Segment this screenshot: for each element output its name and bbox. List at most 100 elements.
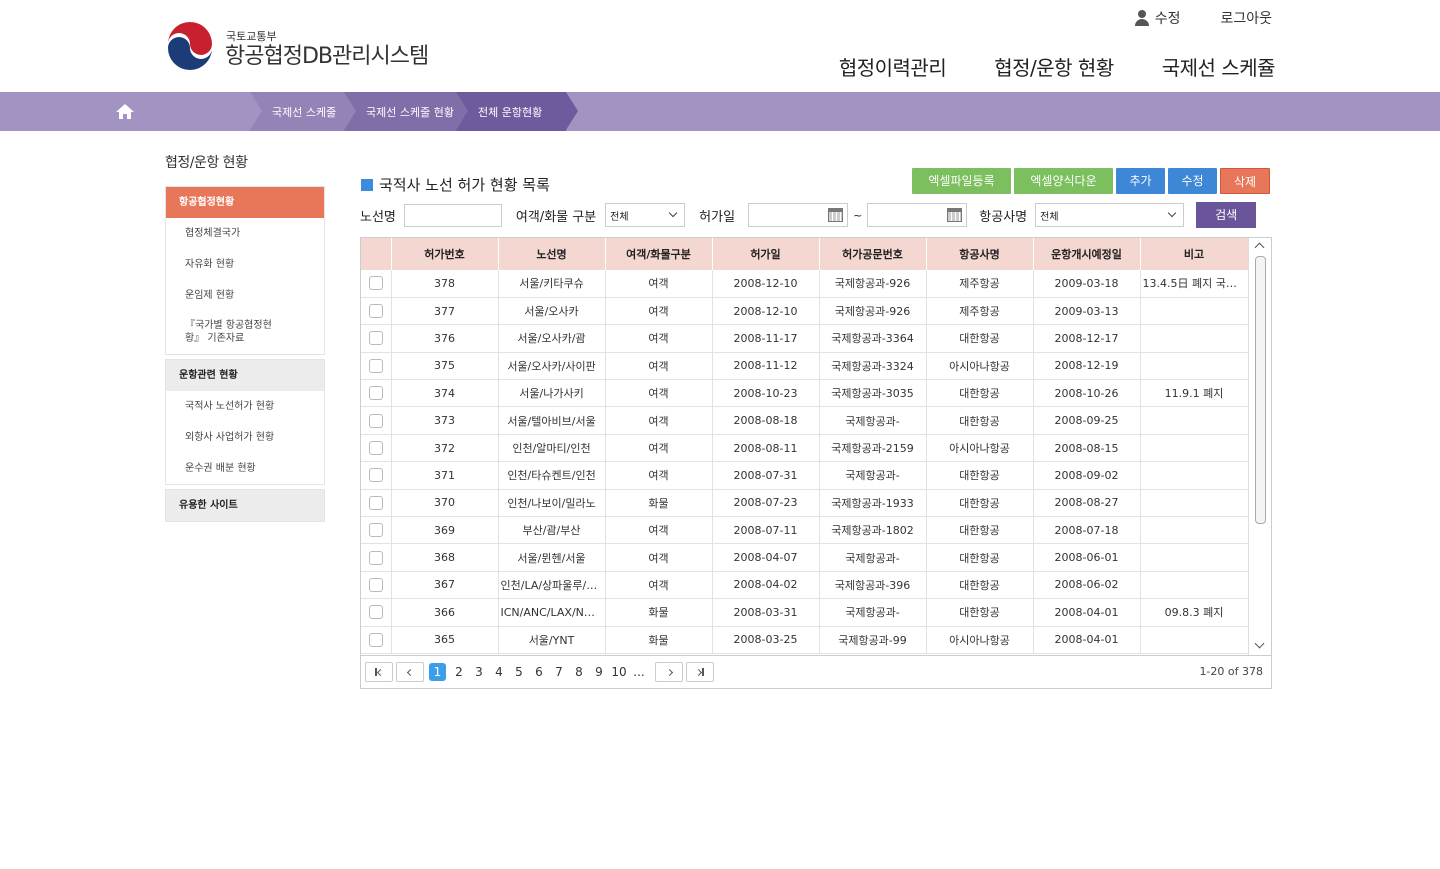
vertical-scrollbar[interactable]: [1248, 238, 1271, 655]
sidebar-item-traffic-rights[interactable]: 운수권 배분 현황: [166, 453, 324, 484]
sidebar-title: 협정/운항 현황: [165, 155, 248, 171]
delete-button[interactable]: 삭제: [1220, 168, 1270, 194]
permit-date-start-input[interactable]: [748, 203, 849, 227]
last-page-button[interactable]: [686, 662, 714, 682]
page-number[interactable]: ...: [629, 665, 649, 679]
scrollbar-thumb[interactable]: [1255, 256, 1266, 524]
table-row[interactable]: 370 인천/나보이/밀라노 화물 2008-07-23 국제항공과-1933 대한항공 2…: [361, 489, 1249, 518]
page-number[interactable]: 2: [449, 665, 469, 679]
excel-upload-button[interactable]: 엑셀파일등록: [912, 168, 1011, 194]
action-buttons: 엑셀파일등록 엑셀양식다운 추가 수정 삭제: [912, 168, 1270, 194]
calendar-icon[interactable]: [947, 208, 963, 222]
user-edit-link[interactable]: 수정: [1134, 8, 1180, 28]
breadcrumb-home[interactable]: [0, 92, 262, 131]
gnb-agreement-history[interactable]: 협정이력관리: [839, 52, 947, 81]
prev-page-button[interactable]: [396, 662, 424, 682]
row-checkbox[interactable]: [368, 468, 383, 483]
row-checkbox[interactable]: [368, 605, 383, 620]
page-number[interactable]: 3: [469, 665, 489, 679]
page-number[interactable]: 6: [529, 665, 549, 679]
breadcrumb-item-all-flights[interactable]: 전체 운항현황: [456, 92, 578, 131]
table-cell: 서울/뮌헨/서울: [498, 543, 606, 572]
scroll-up-icon[interactable]: [1254, 242, 1265, 253]
table-row[interactable]: 369 부산/괌/부산 여객 2008-07-11 국제항공과-1802 대한항공 2008…: [361, 516, 1249, 545]
page-number[interactable]: 9: [589, 665, 609, 679]
type-select[interactable]: 전체: [605, 203, 686, 227]
system-title[interactable]: 항공협정DB관리시스템: [225, 38, 429, 70]
next-page-button[interactable]: [655, 662, 683, 682]
table-cell: 09.8.3 폐지: [1140, 598, 1249, 627]
row-checkbox[interactable]: [368, 523, 383, 538]
airline-select[interactable]: 전체: [1035, 203, 1185, 227]
page-number[interactable]: 1: [429, 663, 446, 681]
row-checkbox[interactable]: [368, 331, 383, 346]
table-cell: [1140, 516, 1249, 545]
table-cell: 2008-04-01: [1033, 598, 1141, 627]
sidebar-head-agreement-status[interactable]: 항공협정현황: [166, 187, 324, 218]
row-checkbox[interactable]: [368, 413, 383, 428]
row-checkbox[interactable]: [368, 386, 383, 401]
row-checkbox[interactable]: [368, 276, 383, 291]
table-cell: 화물: [605, 598, 713, 627]
row-checkbox[interactable]: [368, 358, 383, 373]
table-cell: 제주항공: [926, 270, 1034, 298]
column-header[interactable]: 허가공문번호: [819, 238, 927, 270]
row-checkbox[interactable]: [368, 550, 383, 565]
column-header[interactable]: 노선명: [498, 238, 606, 270]
permit-date-end-input[interactable]: [867, 203, 968, 227]
breadcrumb-item-schedule[interactable]: 국제선 스케줄: [250, 92, 356, 131]
page-number[interactable]: 8: [569, 665, 589, 679]
sidebar-item-fare-system[interactable]: 운임제 현황: [166, 280, 324, 311]
sidebar-item-agreement-countries[interactable]: 협정체결국가: [166, 218, 324, 249]
row-checkbox[interactable]: [368, 577, 383, 592]
page-number[interactable]: 7: [549, 665, 569, 679]
row-checkbox[interactable]: [368, 304, 383, 319]
edit-button[interactable]: 수정: [1168, 168, 1217, 194]
table-row[interactable]: 377 서울/오사카 여객 2008-12-10 국제항공과-926 제주항공 2009-0…: [361, 297, 1249, 326]
table-row[interactable]: 375 서울/오사카/사이판 여객 2008-11-12 국제항공과-3324 아시아나항…: [361, 352, 1249, 381]
column-header[interactable]: 항공사명: [926, 238, 1034, 270]
row-checkbox[interactable]: [368, 632, 383, 647]
sidebar-item-national-route-permits[interactable]: 국적사 노선허가 현황: [166, 391, 324, 422]
column-header[interactable]: 허가번호: [391, 238, 499, 270]
route-input[interactable]: [403, 203, 502, 227]
scroll-down-icon[interactable]: [1254, 638, 1265, 649]
table-row[interactable]: 374 서울/나가사키 여객 2008-10-23 국제항공과-3035 대한항공 2008…: [361, 379, 1249, 408]
column-header[interactable]: 여객/화물구분: [605, 238, 713, 270]
table-row[interactable]: 373 서울/텔아비브/서울 여객 2008-08-18 국제항공과- 대한항공 2008-…: [361, 406, 1249, 435]
sidebar-head-operations[interactable]: 운항관련 현황: [166, 360, 324, 391]
row-checkbox[interactable]: [368, 441, 383, 456]
column-header[interactable]: 허가일: [712, 238, 820, 270]
gnb-international-schedule[interactable]: 국제선 스케쥴: [1162, 52, 1276, 81]
table-row[interactable]: 371 인천/타슈켄트/인천 여객 2008-07-31 국제항공과- 대한항공 2008-…: [361, 461, 1249, 490]
table-row[interactable]: 372 인천/알마티/인천 여객 2008-08-11 국제항공과-2159 아시아나항공…: [361, 434, 1249, 463]
excel-template-download-button[interactable]: 엑셀양식다운: [1014, 168, 1113, 194]
page-number[interactable]: 10: [609, 665, 629, 679]
gnb-agreement-status[interactable]: 협정/운항 현황: [994, 52, 1114, 81]
table-row[interactable]: 376 서울/오사카/괌 여객 2008-11-17 국제항공과-3364 대한항공 200…: [361, 324, 1249, 353]
first-page-button[interactable]: [365, 662, 393, 682]
table-row[interactable]: 378 서울/키타쿠슈 여객 2008-12-10 국제항공과-926 제주항공 2009-…: [361, 270, 1249, 298]
sidebar-item-liberalization[interactable]: 자유화 현황: [166, 249, 324, 280]
sidebar-head-useful-sites[interactable]: 유용한 사이트: [166, 490, 324, 521]
table-cell: 인천/나보이/밀라노: [498, 489, 606, 518]
row-checkbox[interactable]: [368, 495, 383, 510]
column-header[interactable]: 비고: [1140, 238, 1249, 270]
column-header[interactable]: 운항개시예정일: [1033, 238, 1141, 270]
sidebar-item-legacy-data[interactable]: 『국가별 항공협정현황』 기존자료: [166, 311, 276, 354]
sidebar-item-foreign-carrier-permits[interactable]: 외항사 사업허가 현황: [166, 422, 324, 453]
table-row[interactable]: 366 ICN/ANC/LAX/NG... 화물 2008-03-31 국제항공과- 대한…: [361, 598, 1249, 627]
search-button[interactable]: 검색: [1196, 202, 1257, 228]
table-cell: 대한항공: [926, 379, 1034, 408]
table-cell: [1140, 626, 1249, 654]
table-row[interactable]: 367 인천/LA/상파울루/L... 여객 2008-04-02 국제항공과-396 대…: [361, 571, 1249, 600]
logout-link[interactable]: 로그아웃: [1220, 8, 1272, 28]
table-row[interactable]: 365 서울/YNT 화물 2008-03-25 국제항공과-99 아시아나항공 2008-…: [361, 626, 1249, 654]
add-button[interactable]: 추가: [1116, 168, 1165, 194]
table-row[interactable]: 368 서울/뮌헨/서울 여객 2008-04-07 국제항공과- 대한항공 2008-06…: [361, 543, 1249, 572]
government-emblem-logo[interactable]: [165, 22, 215, 72]
breadcrumb-item-schedule-status[interactable]: 국제선 스케줄 현황: [344, 92, 468, 131]
page-number[interactable]: 4: [489, 665, 509, 679]
calendar-icon[interactable]: [828, 208, 844, 222]
page-number[interactable]: 5: [509, 665, 529, 679]
